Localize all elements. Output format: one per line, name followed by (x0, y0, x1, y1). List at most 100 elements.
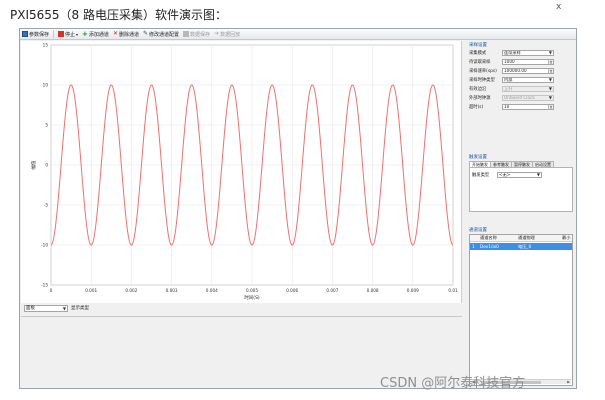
waveform-plot: 0 0.001 0.002 0.003 0.004 0.005 0.006 0.007 0.00… (30, 43, 458, 302)
x-tick-label: 0.009 (407, 288, 419, 293)
waveform-chart[interactable]: 0 0.001 0.002 0.003 0.004 0.005 0.006 0.007 0.00… (21, 41, 462, 303)
timeout-value: 10 (504, 103, 510, 109)
stop-label: 停止 (65, 31, 76, 38)
y-axis-label: 幅值 (30, 160, 37, 169)
y-tick-label: 15 (43, 43, 49, 48)
y-tick-label: -5 (44, 203, 49, 208)
settings-panel: 采样设置 采集模式 连续采样 ▼ 待读取采样 1000 ▴ ▾ 采样速率(sps)… (466, 41, 576, 388)
table-row[interactable]: 1 Dev1/ai0 电压_0 (470, 243, 572, 250)
row-channel-physical: 电压_0 (518, 244, 532, 249)
playback-icon: ➔ (214, 30, 220, 37)
edge-label: 有效边沿 (469, 86, 487, 92)
scroll-right-icon[interactable]: ▶ (567, 380, 570, 385)
display-type-controls: 面板 ▼ 显示类型 (24, 304, 89, 312)
rate-input[interactable]: 100000.00 ▴ ▾ (502, 67, 554, 74)
x-tick-label: 0.008 (367, 288, 379, 293)
ext-clock-select: Onboard Clock ▼ (502, 94, 554, 101)
x-axis-label: 时间(S) (244, 294, 260, 301)
plus-icon: + (82, 30, 88, 38)
save-data-label: 数据保存 (190, 31, 211, 38)
y-tick-label: -15 (41, 283, 48, 288)
spinner-icon[interactable]: ▴ ▾ (548, 59, 553, 64)
samples-value: 1000 (504, 58, 515, 64)
close-icon[interactable]: x (556, 2, 561, 12)
clock-type-value: 内部 (504, 76, 513, 82)
edit-channel-config-label: 修改通道配置 (149, 31, 180, 38)
samples-label: 待读取采样 (469, 59, 491, 65)
playback-button[interactable]: ➔ 数据回放 (214, 31, 240, 38)
toolbar-divider (53, 30, 55, 38)
prop-row-clock-type: 采样时钟类型 内部 ▼ (469, 76, 575, 83)
chevron-down-icon: ▼ (536, 171, 540, 177)
trigger-settings-title: 触发设置 (469, 155, 487, 160)
delete-channel-button[interactable]: ✕ 删除通道 (113, 31, 139, 38)
display-mode-value: 面板 (26, 305, 35, 311)
column-header-physical[interactable]: 通道物理 (518, 235, 562, 241)
channel-table: 通道名称 通道物理 最小 1 Dev1/ai0 电压_0 ◀ ▶ (469, 234, 573, 386)
x-tick-label: 0 (50, 288, 53, 293)
column-header-min[interactable]: 最小 (562, 235, 572, 241)
display-type-label: 显示类型 (71, 306, 89, 311)
clock-type-label: 采样时钟类型 (469, 77, 495, 83)
x-tick-label: 0.007 (326, 288, 338, 293)
clock-type-select[interactable]: 内部 ▼ (502, 76, 554, 83)
chevron-down-icon: ▼ (62, 305, 66, 311)
edge-select: 上升 ▼ (502, 85, 554, 92)
chevron-down-icon[interactable]: ▾ (76, 32, 78, 37)
y-tick-label: 0 (45, 163, 48, 168)
spinner-icon[interactable]: ▴ ▾ (548, 104, 553, 109)
save-data-button[interactable]: 数据保存 (183, 31, 210, 38)
rate-label: 采样速率(sps) (469, 68, 497, 74)
timeout-label: 超时(s) (469, 104, 484, 110)
row-index: 1 (472, 244, 475, 249)
x-tick-label: 0.001 (85, 288, 97, 293)
y-tick-label: 5 (45, 123, 48, 128)
add-channel-button[interactable]: + 添加通道 (82, 31, 109, 38)
timeout-input[interactable]: 10 ▴ ▾ (502, 103, 554, 110)
rate-value: 100000.00 (504, 67, 527, 73)
prop-row-samples: 待读取采样 1000 ▴ ▾ (469, 58, 575, 65)
app-window: 参数保存 停止 ▾ + 添加通道 ✕ 删除通道 ✎ 修改通道配置 数据保存 ➔ … (19, 28, 577, 389)
chevron-down-icon: ▼ (548, 49, 552, 55)
prop-row-ext-clock: 外部时钟源 Onboard Clock ▼ (469, 94, 575, 101)
x-tick-label: 0.003 (166, 288, 178, 293)
acq-mode-value: 连续采样 (504, 49, 521, 55)
delete-icon: ✕ (112, 30, 118, 37)
ext-clock-value: Onboard Clock (504, 94, 535, 100)
save-icon (22, 31, 28, 37)
prop-row-trigger-type: 触发类型 <无> ▼ (472, 171, 572, 178)
page-heading: PXI5655（8 路电压采集）软件演示图： (10, 8, 227, 22)
x-tick-label: 0.01 (448, 288, 458, 293)
x-tick-label: 0.004 (206, 288, 218, 293)
row-min (562, 243, 572, 250)
save-params-button[interactable]: 参数保存 (22, 31, 49, 38)
save-disabled-icon (183, 31, 190, 37)
stop-button[interactable]: 停止 ▾ (58, 31, 78, 38)
prop-row-rate: 采样速率(sps) 100000.00 ▴ ▾ (469, 67, 575, 74)
trigger-type-select[interactable]: <无> ▼ (497, 171, 542, 178)
row-channel-name: Dev1/ai0 (480, 244, 499, 249)
column-header-index (470, 235, 480, 241)
spinner-icon[interactable]: ▴ ▾ (548, 68, 553, 73)
stop-icon (58, 31, 65, 37)
acq-mode-select[interactable]: 连续采样 ▼ (502, 49, 554, 56)
x-tick-label: 0.005 (246, 288, 258, 293)
column-header-name[interactable]: 通道名称 (480, 235, 518, 241)
x-tick-label: 0.006 (286, 288, 298, 293)
toolbar: 参数保存 停止 ▾ + 添加通道 ✕ 删除通道 ✎ 修改通道配置 数据保存 ➔ … (20, 29, 576, 40)
prop-row-timeout: 超时(s) 10 ▴ ▾ (469, 103, 575, 110)
edit-channel-config-button[interactable]: ✎ 修改通道配置 (143, 31, 179, 38)
edge-value: 上升 (504, 85, 513, 91)
add-channel-label: 添加通道 (88, 31, 109, 38)
table-header: 通道名称 通道物理 最小 (470, 235, 572, 242)
prop-row-edge: 有效边沿 上升 ▼ (469, 85, 575, 92)
channel-settings-title: 通道设置 (469, 228, 487, 233)
samples-input[interactable]: 1000 ▴ ▾ (502, 58, 554, 65)
trigger-tab-body: 触发类型 <无> ▼ (469, 167, 573, 212)
trigger-type-label: 触发类型 (472, 172, 490, 178)
ext-clock-label: 外部时钟源 (469, 95, 491, 101)
display-mode-select[interactable]: 面板 ▼ (24, 304, 68, 312)
sampling-settings-title: 采样设置 (469, 43, 487, 48)
chevron-down-icon: ▼ (548, 94, 552, 100)
x-tick-label: 0.002 (125, 288, 137, 293)
